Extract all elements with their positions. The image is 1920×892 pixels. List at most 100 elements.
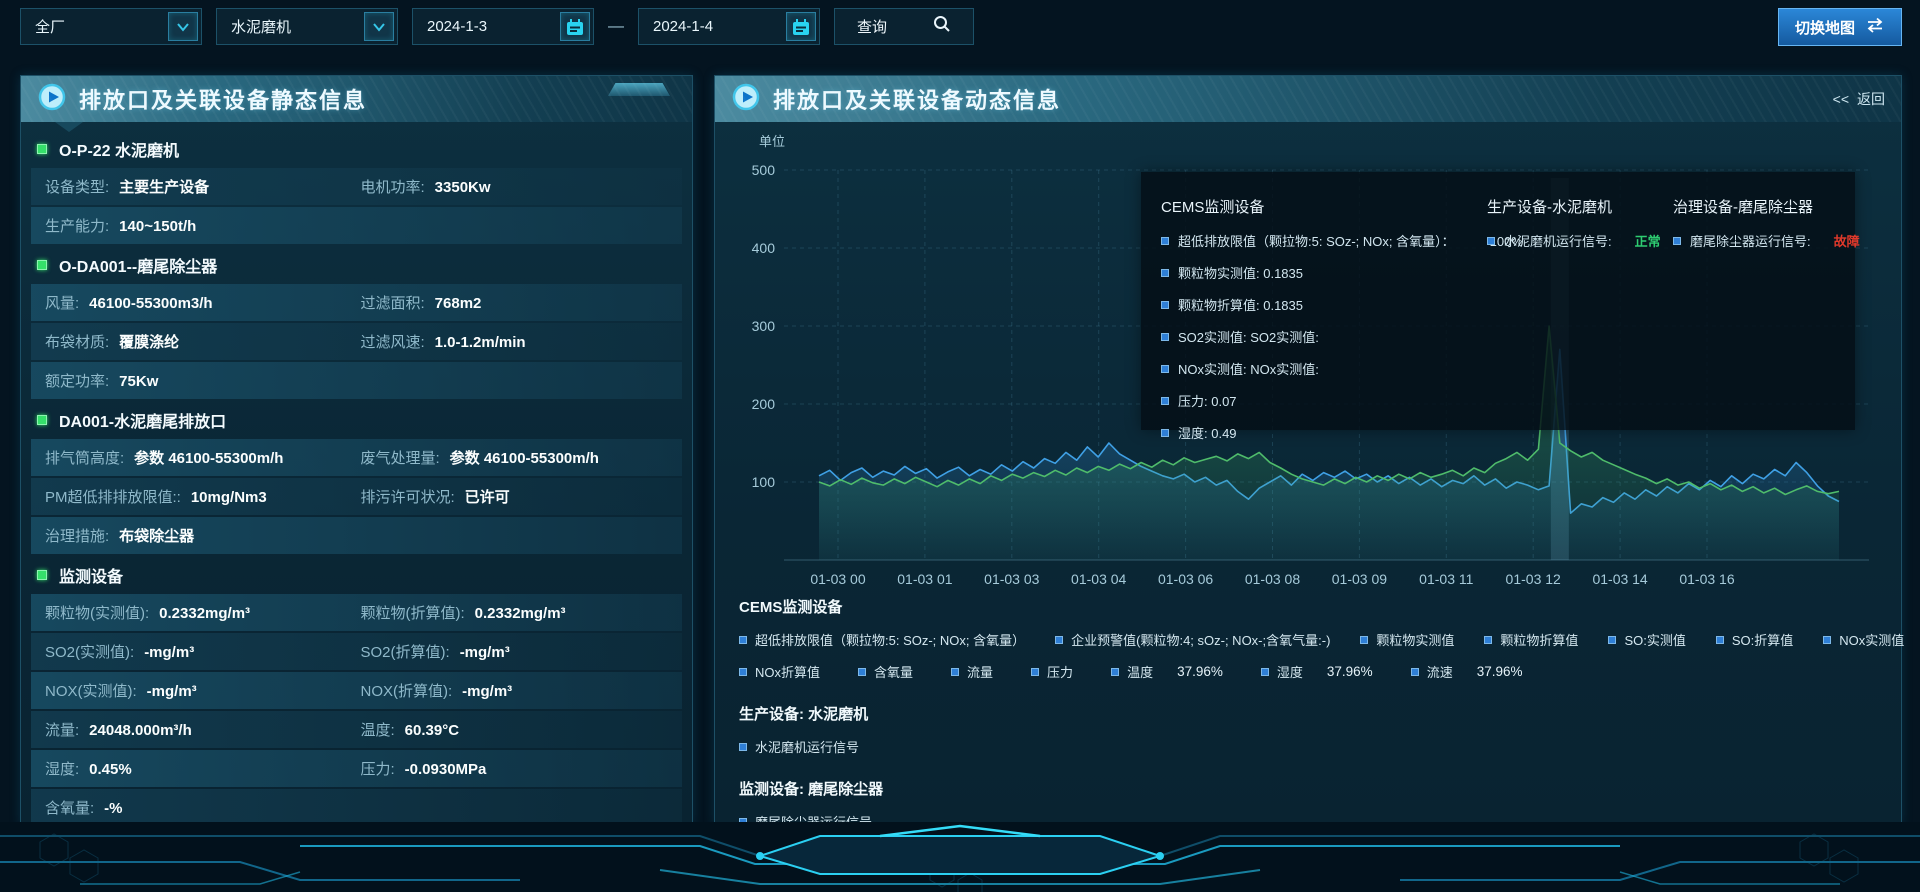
field-label: 过滤面积: <box>361 292 425 313</box>
legend-item-value: 37.96% <box>1477 664 1523 679</box>
field-value: 已许可 <box>465 486 510 507</box>
legend-marker-icon <box>1111 668 1119 676</box>
start-date-value: 2024-1-3 <box>413 18 560 35</box>
section-title: 监测设备 <box>59 563 123 587</box>
static-panel-header: 排放口及关联设备静态信息 <box>21 76 692 122</box>
section-header-row: O-DA001--磨尾除尘器 <box>31 248 682 282</box>
status-badge: 正常 <box>1635 231 1661 250</box>
field-value: 主要生产设备 <box>119 176 209 197</box>
svg-text:01-03 16: 01-03 16 <box>1679 571 1734 587</box>
legend-item-label: SO:实测值 <box>1624 630 1685 649</box>
field-label: SO2(实测值): <box>45 641 134 662</box>
info-row: 设备类型:主要生产设备电机功率:3350Kw <box>31 168 682 205</box>
info-row: 流量:24048.000m³/h温度:60.39°C <box>31 711 682 748</box>
info-row: SO2(实测值):-mg/m³SO2(折算值):-mg/m³ <box>31 633 682 670</box>
tooltip-heading: 生产设备-水泥磨机 <box>1487 196 1673 217</box>
legend-item[interactable]: SO:折算值 <box>1716 630 1793 649</box>
field-label: 压力: <box>361 758 395 779</box>
info-row: 额定功率:75Kw <box>31 362 682 399</box>
info-row: PM超低排排放限值::10mg/Nm3排污许可状况: 已许可 <box>31 478 682 515</box>
tooltip-item-label: 颗粒物折算值: 0.1835 <box>1178 295 1303 314</box>
legend-item[interactable]: 温度37.96% <box>1111 662 1223 681</box>
svg-text:单位: 单位 <box>759 134 785 149</box>
play-icon <box>37 82 67 117</box>
field-label: 排气筒高度: <box>45 447 124 468</box>
green-square-icon <box>37 415 47 425</box>
query-button[interactable]: 查询 <box>834 8 974 45</box>
legend-marker-icon <box>1487 237 1495 245</box>
legend-row-2: NOx折算值 含氧量 流量 压力 温度37.96% 湿度37.96% 流速 37.96% <box>739 662 1887 681</box>
info-row: 生产能力:140~150t/h <box>31 207 682 244</box>
info-cell: NOX(折算值):-mg/m³ <box>361 680 677 701</box>
tooltip-item-label: NOx实测值: NOx实测值: <box>1178 359 1319 378</box>
legend-item-label: 流速 <box>1427 662 1453 681</box>
legend-item-label: 超低排放限值（颗拉物:5: SOz-; NOx; 含氧量） <box>755 630 1025 649</box>
legend-marker-icon <box>1055 636 1063 644</box>
tooltip-item: NOx实测值: NOx实测值: <box>1161 359 1487 378</box>
calendar-icon[interactable] <box>560 12 590 41</box>
section-header-row: DA001-水泥磨尾排放口 <box>31 403 682 437</box>
field-label: 额定功率: <box>45 370 109 391</box>
field-label: SO2(折算值): <box>361 641 450 662</box>
legend-item[interactable]: 湿度37.96% <box>1261 662 1373 681</box>
legend-item[interactable]: NOx折算值 <box>739 662 820 681</box>
legend-marker-icon <box>1161 397 1169 405</box>
legend-item[interactable]: 企业预警值(颗粒物:4; sOz-; NOx-;含氧气量:-) <box>1055 630 1330 649</box>
legend-cems-heading: CEMS监测设备 <box>739 596 1887 617</box>
legend-item[interactable]: 流速 37.96% <box>1411 662 1523 681</box>
info-cell: 颗粒物(实测值):0.2332mg/m³ <box>45 602 361 623</box>
back-button[interactable]: << 返回 <box>1833 89 1885 109</box>
field-label: 排污许可状况: <box>361 486 455 507</box>
query-button-label: 查询 <box>857 16 887 37</box>
info-cell: 过滤风速:1.0-1.2m/min <box>361 331 677 352</box>
tooltip-heading: 治理设备-磨尾除尘器 <box>1673 196 1860 217</box>
chevron-down-icon[interactable] <box>168 12 198 41</box>
plant-select[interactable]: 全厂 <box>20 8 202 45</box>
legend-item[interactable]: 流量 <box>951 662 993 681</box>
legend-marker-icon <box>1261 668 1269 676</box>
field-value: -mg/m³ <box>462 683 512 700</box>
legend-item[interactable]: 颗粒物实测值 <box>1360 630 1454 649</box>
dynamic-panel-title: 排放口及关联设备动态信息 <box>773 83 1061 115</box>
end-date-input[interactable]: 2024-1-4 <box>638 8 820 45</box>
legend-marker-icon <box>1608 636 1616 644</box>
legend-item[interactable]: 含氧量 <box>858 662 913 681</box>
field-value: 0.2332mg/m³ <box>475 605 566 622</box>
field-label: 湿度: <box>45 758 79 779</box>
start-date-input[interactable]: 2024-1-3 <box>412 8 594 45</box>
info-cell: 含氧量:-% <box>45 797 361 818</box>
svg-text:01-03 08: 01-03 08 <box>1245 571 1300 587</box>
legend-marker-icon <box>951 668 959 676</box>
tooltip-item: 磨尾除尘器运行信号:故障 <box>1673 231 1860 250</box>
info-cell: 流量:24048.000m³/h <box>45 719 361 740</box>
field-label: 流量: <box>45 719 79 740</box>
legend-item[interactable]: NOx实测值 <box>1823 630 1904 649</box>
legend-item[interactable]: 压力 <box>1031 662 1073 681</box>
legend-item[interactable]: SO:实测值 <box>1608 630 1685 649</box>
tooltip-item: SO2实测值: SO2实测值: <box>1161 327 1487 346</box>
device-select-value: 水泥磨机 <box>217 16 364 37</box>
field-label: 过滤风速: <box>361 331 425 352</box>
chevron-down-icon[interactable] <box>364 12 394 41</box>
legend-item[interactable]: 超低排放限值（颗拉物:5: SOz-; NOx; 含氧量） <box>739 630 1025 649</box>
info-row: 颗粒物(实测值):0.2332mg/m³颗粒物(折算值):0.2332mg/m³ <box>31 594 682 631</box>
legend-item[interactable]: 水泥磨机运行信号 <box>739 737 859 756</box>
device-select[interactable]: 水泥磨机 <box>216 8 398 45</box>
legend-marker-icon <box>1484 636 1492 644</box>
info-cell: 生产能力:140~150t/h <box>45 215 361 236</box>
switch-map-button[interactable]: 切换地图 <box>1778 8 1902 46</box>
field-value: -mg/m³ <box>147 683 197 700</box>
info-cell: 设备类型:主要生产设备 <box>45 176 361 197</box>
field-label: NOX(实测值): <box>45 680 137 701</box>
field-value: 参数 46100-55300m/h <box>450 447 599 468</box>
legend-marker-icon <box>1161 269 1169 277</box>
swap-arrows-icon <box>1865 17 1885 37</box>
legend-item[interactable]: 颗粒物折算值 <box>1484 630 1578 649</box>
legend-row-1: 超低排放限值（颗拉物:5: SOz-; NOx; 含氧量） 企业预警值(颗粒物:4… <box>739 630 1887 649</box>
calendar-icon[interactable] <box>786 12 816 41</box>
info-cell: PM超低排排放限值::10mg/Nm3 <box>45 486 361 507</box>
legend-marker-icon <box>1161 237 1169 245</box>
info-cell: 布袋材质:覆膜涤纶 <box>45 331 361 352</box>
static-info-panel: 排放口及关联设备静态信息 O-P-22 水泥磨机设备类型:主要生产设备电机功率:… <box>20 75 693 825</box>
info-cell: NOX(实测值): -mg/m³ <box>45 680 361 701</box>
